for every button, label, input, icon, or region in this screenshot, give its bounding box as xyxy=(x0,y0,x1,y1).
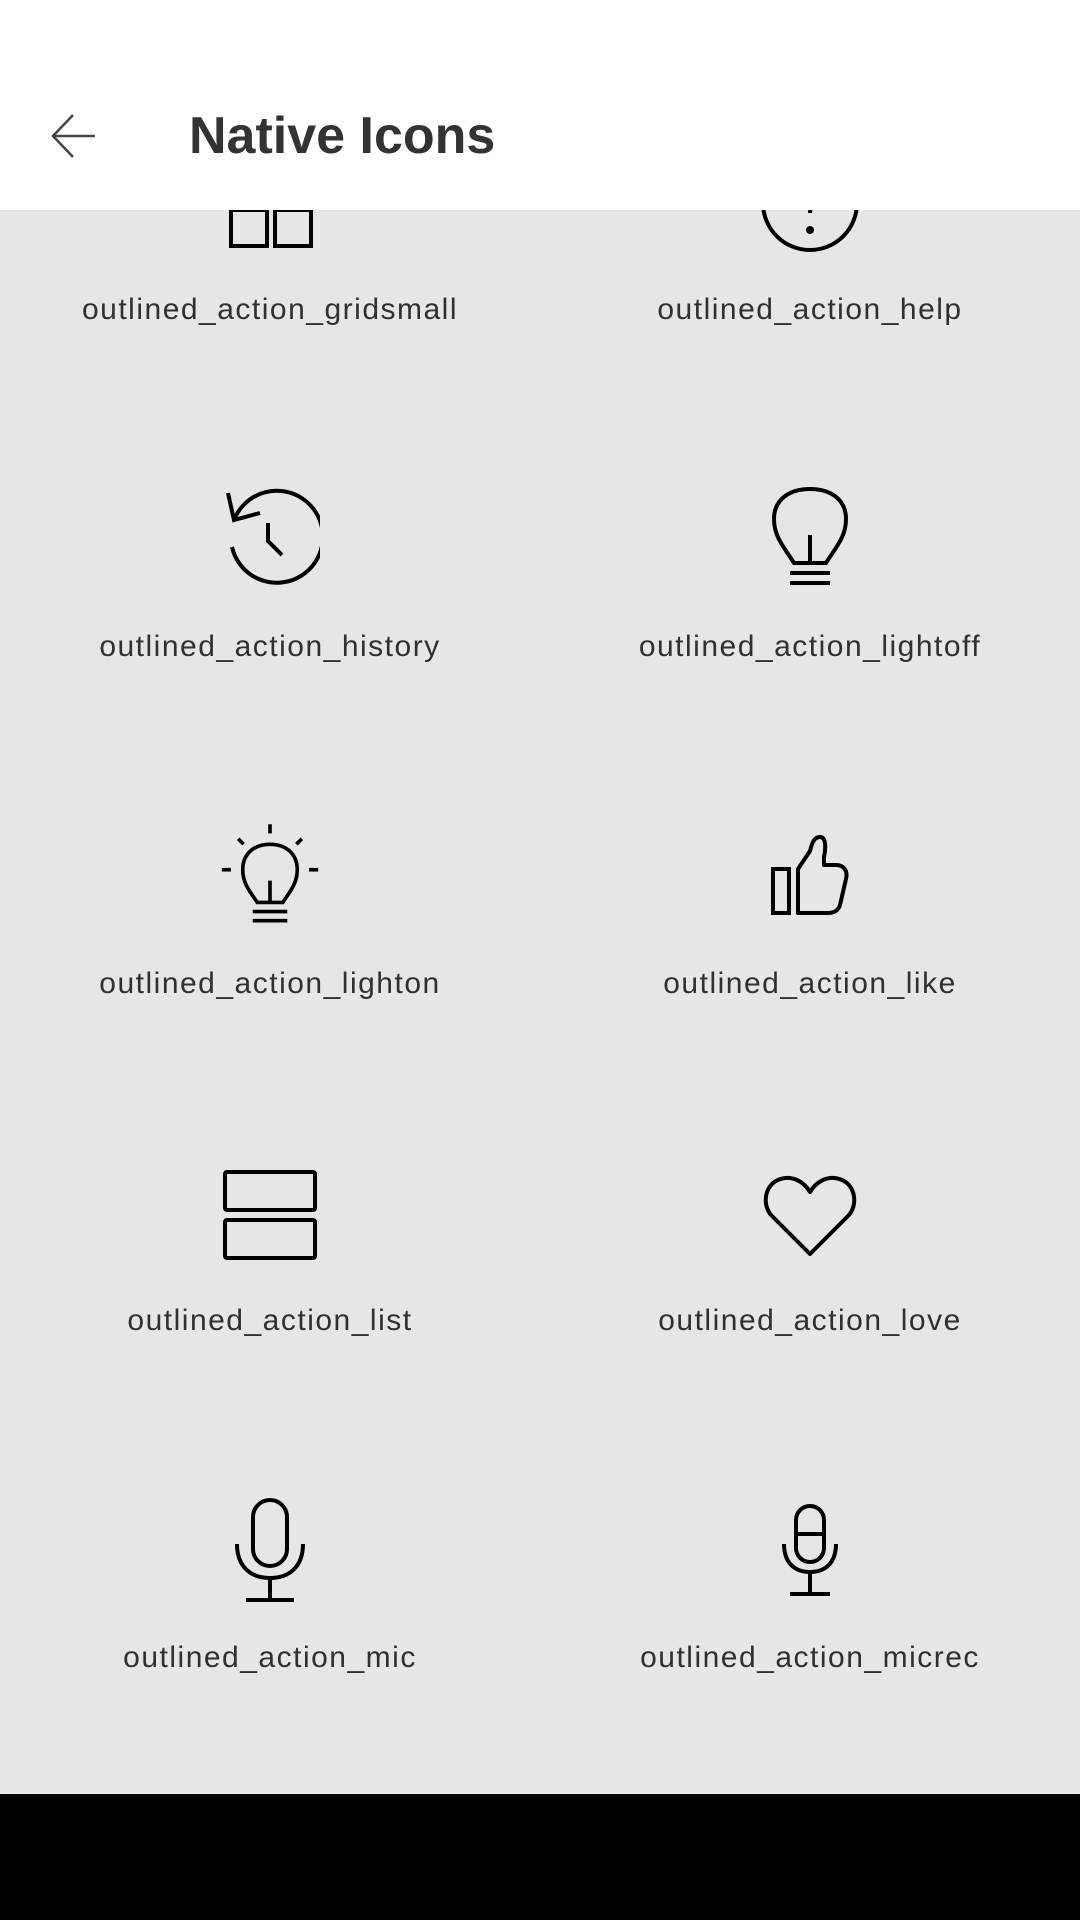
mic-record-icon xyxy=(760,1491,860,1611)
history-icon xyxy=(220,480,320,600)
icon-tile-mic[interactable]: outlined_action_mic xyxy=(0,1491,540,1828)
icon-tile-list[interactable]: outlined_action_list xyxy=(0,1154,540,1491)
app-bar: Native Icons xyxy=(0,0,1080,210)
thumbs-up-icon xyxy=(760,817,860,937)
icon-label: outlined_action_lighton xyxy=(99,967,441,1000)
icon-tile-micrec[interactable]: outlined_action_micrec xyxy=(540,1491,1080,1828)
icon-label: outlined_action_micrec xyxy=(640,1641,980,1674)
icon-label: outlined_action_like xyxy=(663,967,957,1000)
icon-label: outlined_action_gridsmall xyxy=(81,293,459,326)
icon-grid: outlined_action_gridsmall outlined_actio… xyxy=(0,0,1080,1794)
lightbulb-on-icon xyxy=(220,817,320,937)
system-nav-bar xyxy=(0,1794,1080,1920)
lightbulb-off-icon xyxy=(760,480,860,600)
heart-icon xyxy=(760,1154,860,1274)
icon-label: outlined_action_help xyxy=(657,293,963,326)
mic-icon xyxy=(220,1491,320,1611)
icon-tile-lightoff[interactable]: outlined_action_lightoff xyxy=(540,480,1080,817)
list-icon xyxy=(220,1154,320,1274)
icon-tile-history[interactable]: outlined_action_history xyxy=(0,480,540,817)
icon-label: outlined_action_lightoff xyxy=(638,630,982,663)
arrow-left-icon xyxy=(51,114,95,158)
back-button[interactable] xyxy=(30,100,118,172)
icon-label: outlined_action_mic xyxy=(123,1641,417,1674)
icon-label: outlined_action_love xyxy=(658,1304,962,1337)
icon-tile-love[interactable]: outlined_action_love xyxy=(540,1154,1080,1491)
icon-label: outlined_action_history xyxy=(99,630,441,663)
icon-tile-lighton[interactable]: outlined_action_lighton xyxy=(0,817,540,1154)
page-title: Native Icons xyxy=(189,107,496,165)
icon-label: outlined_action_list xyxy=(127,1304,413,1337)
icon-tile-like[interactable]: outlined_action_like xyxy=(540,817,1080,1154)
